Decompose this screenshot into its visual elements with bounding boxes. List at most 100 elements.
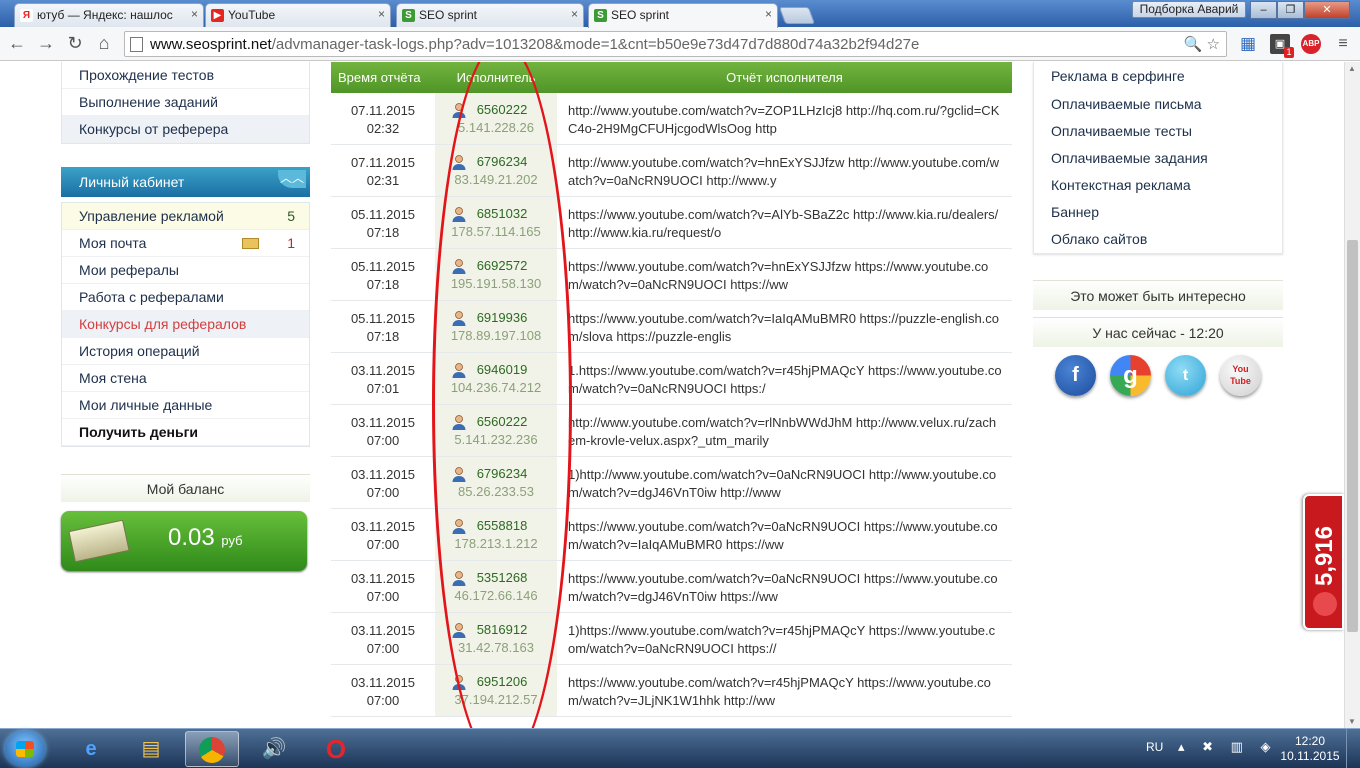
close-icon[interactable]: × bbox=[191, 7, 198, 21]
back-icon[interactable]: ← bbox=[6, 32, 28, 54]
user-icon bbox=[452, 311, 466, 326]
executor-report: https://www.youtube.com/watch?v=0aNcRN9U… bbox=[568, 519, 998, 552]
show-desktop-button[interactable] bbox=[1346, 729, 1360, 768]
minimize-button[interactable]: – bbox=[1250, 1, 1277, 19]
executor-report: https://www.youtube.com/watch?v=hnExYSJJ… bbox=[568, 259, 989, 292]
forward-icon[interactable]: → bbox=[35, 32, 57, 54]
zoom-icon[interactable]: 🔍 ☆ bbox=[1184, 35, 1220, 53]
tray-icons[interactable]: ▴ ✖ ▥ ◈ bbox=[1178, 739, 1278, 755]
reload-icon[interactable]: ↻ bbox=[64, 32, 86, 54]
menu-item-referrer-contests[interactable]: Конкурсы от реферера bbox=[62, 116, 309, 143]
scrollbar-thumb[interactable] bbox=[1347, 240, 1358, 632]
scroll-up-icon[interactable]: ▲ bbox=[1348, 64, 1356, 73]
menu-item-banner[interactable]: Баннер bbox=[1034, 199, 1282, 226]
cabinet-header[interactable]: Личный кабинет ︿︿ bbox=[61, 167, 310, 197]
youtube-icon: ▶ bbox=[211, 9, 224, 22]
twitter-icon[interactable]: t bbox=[1165, 355, 1206, 396]
menu-item-tests[interactable]: Прохождение тестов bbox=[62, 62, 309, 89]
new-tab-button[interactable] bbox=[778, 7, 816, 24]
executor-ip: 195.191.58.130 bbox=[450, 276, 542, 291]
table-header: Время отчёта Исполнитель Отчёт исполните… bbox=[331, 62, 1012, 93]
menu-item-context-ads[interactable]: Контекстная реклама bbox=[1034, 172, 1282, 199]
menu-item-surfing-ads[interactable]: Реклама в серфинге bbox=[1034, 62, 1282, 91]
report-time: 02:32 bbox=[366, 121, 400, 136]
executor-report: https://www.youtube.com/watch?v=r45hjPMA… bbox=[568, 675, 991, 708]
left-menu-tasks: Прохождение тестов Выполнение заданий Ко… bbox=[61, 62, 310, 144]
url-text[interactable]: www.seosprint.net/advmanager-task-logs.p… bbox=[150, 36, 919, 53]
user-icon bbox=[452, 571, 466, 586]
menu-item-paid-tests[interactable]: Оплачиваемые тесты bbox=[1034, 118, 1282, 145]
user-icon bbox=[452, 103, 466, 118]
restore-button[interactable]: ❐ bbox=[1277, 1, 1304, 19]
menu-icon[interactable]: ≡ bbox=[1333, 34, 1353, 54]
menu-item-referral-work[interactable]: Работа с рефералами bbox=[62, 284, 309, 311]
executor-ip: 85.26.233.53 bbox=[458, 484, 534, 499]
facebook-icon[interactable]: f bbox=[1055, 355, 1096, 396]
report-date: 03.11.2015 bbox=[350, 519, 416, 534]
executor-report: 1)https://www.youtube.com/watch?v=r45hjP… bbox=[568, 623, 996, 656]
window-close-button[interactable]: ✕ bbox=[1304, 1, 1350, 19]
chrome-icon[interactable] bbox=[185, 731, 239, 767]
menu-item-referrals[interactable]: Мои рефералы bbox=[62, 257, 309, 284]
executor-cell: 5351268 46.172.66.146 bbox=[435, 561, 557, 612]
extension-icon[interactable]: ▣ 1 bbox=[1270, 34, 1294, 58]
close-icon[interactable]: × bbox=[765, 7, 772, 21]
menu-item-withdraw[interactable]: Получить деньги bbox=[62, 419, 309, 446]
report-datetime: 03.11.2015 07:00 bbox=[331, 561, 435, 612]
menu-item-referral-contests[interactable]: Конкурсы для рефералов bbox=[62, 311, 309, 338]
tab-label: ютуб — Яндекс: нашлос bbox=[37, 8, 173, 22]
balance-widget[interactable]: 0.03 руб bbox=[61, 511, 307, 571]
table-row: 07.11.2015 02:32 6560222 5.141.228.26 http:/… bbox=[331, 93, 1012, 145]
scroll-down-icon[interactable]: ▼ bbox=[1348, 717, 1356, 726]
page-scrollbar[interactable]: ▲ ▼ bbox=[1344, 62, 1360, 728]
tab-youtube[interactable]: ▶ YouTube × bbox=[205, 3, 391, 27]
google-plus-icon[interactable]: g bbox=[1110, 355, 1151, 396]
tab-seosprint-2[interactable]: S SEO sprint × bbox=[588, 3, 778, 28]
start-button[interactable] bbox=[5, 731, 45, 767]
task-logs-table: Время отчёта Исполнитель Отчёт исполните… bbox=[331, 62, 1012, 717]
youtube-icon[interactable]: You Tube bbox=[1220, 355, 1261, 396]
user-icon bbox=[452, 415, 466, 430]
user-icon bbox=[452, 259, 466, 274]
language-indicator[interactable]: RU bbox=[1146, 740, 1163, 754]
menu-item-paid-tasks[interactable]: Оплачиваемые задания bbox=[1034, 145, 1282, 172]
table-row: 05.11.2015 07:18 6851032 178.57.114.165 http… bbox=[331, 197, 1012, 249]
close-icon[interactable]: × bbox=[571, 7, 578, 21]
tab-yandex[interactable]: Я ютуб — Яндекс: нашлос × bbox=[14, 3, 204, 27]
user-icon bbox=[452, 467, 466, 482]
podborka-button[interactable]: Подборка Аварий bbox=[1132, 1, 1246, 18]
menu-item-tasks[interactable]: Выполнение заданий bbox=[62, 89, 309, 116]
menu-item-history[interactable]: История операций bbox=[62, 338, 309, 365]
menu-item-ads[interactable]: Управление рекламой 5 bbox=[62, 203, 309, 230]
menu-item-personal-data[interactable]: Мои личные данные bbox=[62, 392, 309, 419]
opera-icon[interactable]: O bbox=[309, 731, 363, 767]
chevron-up-icon[interactable]: ︿︿ bbox=[278, 170, 306, 188]
apps-icon[interactable]: ▦ bbox=[1238, 34, 1258, 54]
home-icon[interactable]: ⌂ bbox=[93, 32, 115, 54]
user-icon bbox=[452, 363, 466, 378]
report-date: 03.11.2015 bbox=[350, 675, 416, 690]
report-time: 07:00 bbox=[366, 693, 400, 708]
tab-label: SEO sprint bbox=[419, 8, 478, 22]
menu-item-paid-letters[interactable]: Оплачиваемые письма bbox=[1034, 91, 1282, 118]
speaker-icon[interactable]: 🔊 bbox=[247, 731, 301, 767]
report-date: 03.11.2015 bbox=[350, 623, 416, 638]
report-date: 05.11.2015 bbox=[350, 207, 416, 222]
report-datetime: 07.11.2015 02:32 bbox=[331, 93, 435, 144]
adblock-icon[interactable]: ABP bbox=[1301, 34, 1321, 54]
balance-amount: 0.03 руб bbox=[168, 524, 243, 551]
menu-item-site-cloud[interactable]: Облако сайтов bbox=[1034, 226, 1282, 253]
close-icon[interactable]: × bbox=[378, 7, 385, 21]
report-date: 03.11.2015 bbox=[350, 363, 416, 378]
menu-item-mail[interactable]: Моя почта 1 bbox=[62, 230, 309, 257]
menu-item-wall[interactable]: Моя стена bbox=[62, 365, 309, 392]
side-counter-badge[interactable]: 5,916 bbox=[1303, 494, 1344, 630]
address-bar[interactable]: www.seosprint.net/advmanager-task-logs.p… bbox=[124, 31, 1227, 57]
tab-seosprint-1[interactable]: S SEO sprint × bbox=[396, 3, 584, 27]
report-datetime: 05.11.2015 07:18 bbox=[331, 249, 435, 300]
table-body: 07.11.2015 02:32 6560222 5.141.228.26 http:/… bbox=[331, 93, 1012, 717]
explorer-icon[interactable]: ▤ bbox=[124, 731, 178, 767]
report-datetime: 03.11.2015 07:00 bbox=[331, 405, 435, 456]
ie-icon[interactable]: e bbox=[64, 731, 118, 767]
clock[interactable]: 12:20 10.11.2015 bbox=[1280, 734, 1340, 764]
